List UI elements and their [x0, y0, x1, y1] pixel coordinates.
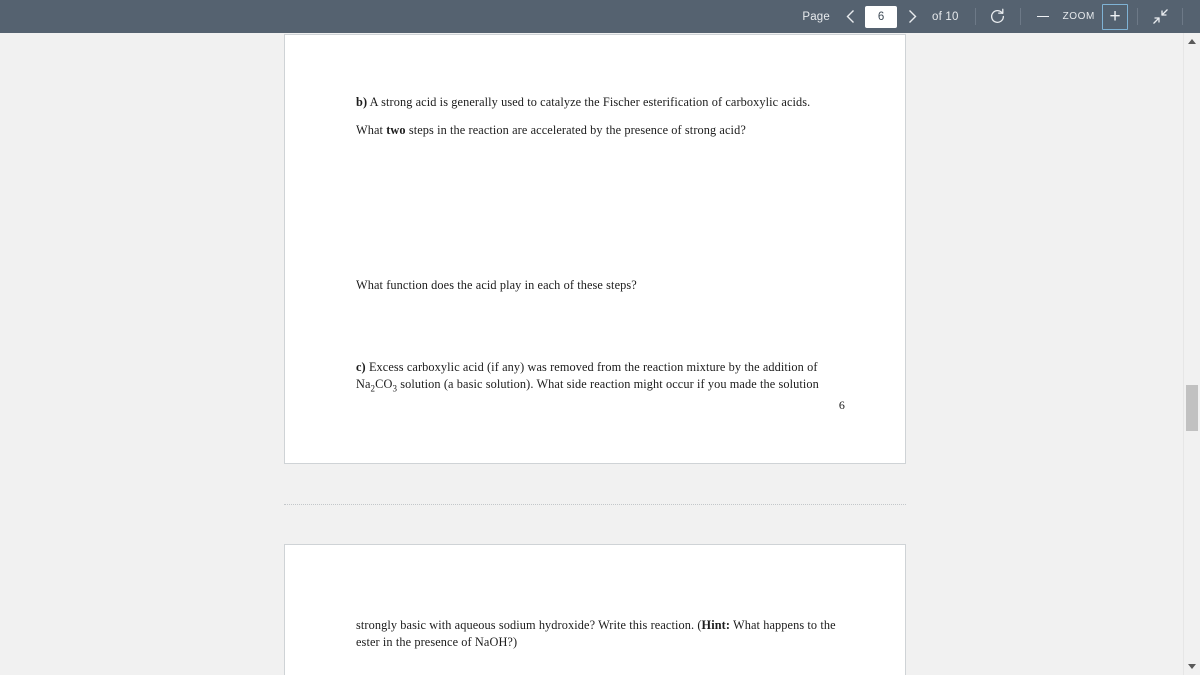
paragraph-c-formula-co: CO [375, 377, 393, 392]
next-page-button[interactable] [899, 4, 925, 30]
rotate-button[interactable] [985, 4, 1011, 30]
page-separator [284, 464, 906, 544]
collapse-view-button[interactable] [1147, 4, 1173, 30]
paragraph-function-question: What function does the acid play in each… [356, 278, 637, 292]
page-label: Page [802, 10, 831, 23]
pdf-viewer-app: Page of 10 ZOOM [0, 0, 1200, 675]
document-page: b) A strong acid is generally used to ca… [284, 34, 906, 464]
previous-page-button[interactable] [837, 4, 863, 30]
toolbar-divider-2 [1019, 8, 1021, 25]
toolbar-divider [974, 8, 976, 25]
page-count-label: of 10 [932, 10, 959, 23]
viewer-toolbar: Page of 10 ZOOM [0, 0, 1200, 33]
paragraph-b-text: A strong acid is generally used to catal… [367, 95, 811, 109]
paragraph-c: c) Excess carboxylic acid (if any) was r… [356, 359, 826, 396]
scroll-down-button[interactable] [1184, 658, 1200, 675]
two-steps-emphasis: two [386, 123, 406, 137]
rotate-icon [991, 8, 1005, 23]
paragraph-c-formula-na: Na [356, 377, 371, 392]
paragraph-c-lead: c) [356, 360, 366, 374]
zoom-in-button[interactable]: + [1102, 3, 1128, 30]
strongly-hint-label: Hint: [701, 618, 731, 632]
page-number-input[interactable] [865, 5, 898, 28]
pages-container: b) A strong acid is generally used to ca… [0, 33, 1190, 675]
page-navigation-group: Page of 10 [795, 0, 965, 33]
scroll-up-arrow-icon [1188, 39, 1196, 44]
scrollbar-thumb[interactable] [1186, 385, 1198, 431]
zoom-out-button[interactable] [1030, 4, 1056, 30]
paragraph-c-line2: solution (a basic solution). What side r… [397, 377, 819, 392]
zoom-label: ZOOM [1062, 11, 1095, 22]
toolbar-divider-4 [1182, 8, 1183, 25]
scroll-up-button[interactable] [1184, 33, 1200, 50]
page-separator-line [284, 503, 906, 505]
two-steps-post: steps in the reaction are accelerated by… [405, 123, 746, 137]
strongly-pre: strongly basic with aqueous sodium hydro… [356, 618, 702, 632]
scroll-down-arrow-icon [1188, 664, 1196, 669]
plus-icon: + [1109, 6, 1121, 27]
paragraph-c-line1: Excess carboxylic acid (if any) was remo… [365, 360, 818, 374]
paragraph-b: b) A strong acid is generally used to ca… [356, 94, 826, 111]
toolbar-divider-3 [1137, 8, 1138, 25]
paragraph-b-lead: b) [356, 95, 368, 109]
chevron-left-icon [846, 10, 854, 23]
document-page: strongly basic with aqueous sodium hydro… [284, 544, 906, 675]
two-steps-pre: What [356, 123, 387, 137]
vertical-scrollbar[interactable] [1183, 33, 1200, 675]
collapse-arrows-icon [1152, 9, 1168, 24]
page-folio-number: 6 [838, 398, 845, 412]
paragraph-two-steps: What two steps in the reaction are accel… [356, 122, 826, 139]
chevron-right-icon [908, 10, 917, 23]
minus-icon [1036, 15, 1049, 18]
document-viewport[interactable]: b) A strong acid is generally used to ca… [0, 33, 1200, 675]
paragraph-strongly-basic: strongly basic with aqueous sodium hydro… [356, 617, 844, 652]
